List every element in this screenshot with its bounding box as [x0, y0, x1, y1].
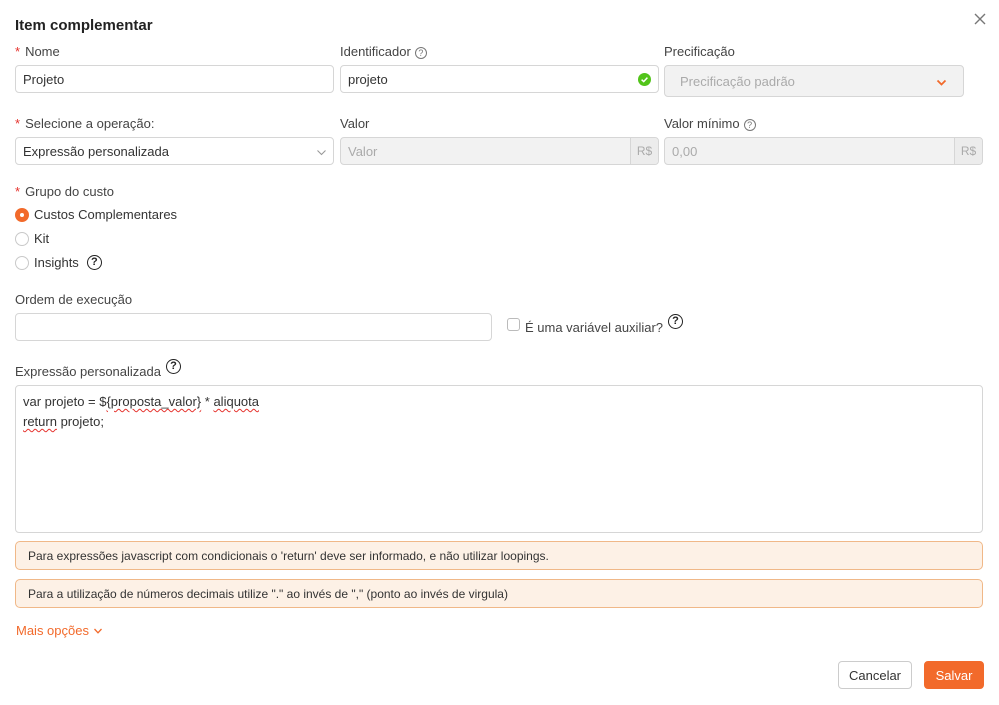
- valor-minimo-placeholder: 0,00: [672, 143, 698, 159]
- radio-insights[interactable]: Insights ?: [15, 255, 102, 270]
- cancel-button[interactable]: Cancelar: [838, 661, 912, 689]
- auxiliar-checkbox-row[interactable]: É uma variável auxiliar? ?: [507, 314, 684, 335]
- radio-icon[interactable]: [15, 231, 29, 246]
- operacao-label: * Selecione a operação:: [15, 116, 155, 131]
- more-options-link[interactable]: Mais opções: [16, 623, 103, 638]
- radio-kit[interactable]: Kit: [15, 231, 49, 246]
- close-icon[interactable]: [970, 9, 990, 29]
- currency-suffix: R$: [954, 138, 982, 164]
- precificacao-select[interactable]: Precificação padrão: [664, 65, 964, 97]
- info-alert: Para a utilização de números decimais ut…: [15, 579, 983, 608]
- valor-label: Valor: [340, 116, 370, 131]
- identificador-value: projeto: [348, 71, 388, 87]
- identificador-input[interactable]: projeto: [340, 65, 659, 93]
- help-icon[interactable]: ?: [86, 255, 102, 270]
- currency-suffix: R$: [630, 138, 658, 164]
- radio-icon[interactable]: [15, 255, 29, 270]
- help-icon[interactable]: ?: [668, 314, 684, 329]
- precificacao-label: Precificação: [664, 44, 735, 59]
- ordem-input[interactable]: [15, 313, 492, 341]
- required-mark: *: [15, 44, 21, 59]
- help-icon[interactable]: ?: [165, 359, 181, 374]
- radio-icon[interactable]: [15, 207, 29, 222]
- precificacao-placeholder: Precificação padrão: [680, 73, 795, 89]
- valor-minimo-label: Valor mínimo?: [664, 116, 756, 131]
- operacao-select[interactable]: Expressão personalizada: [15, 137, 334, 165]
- code-line: return projeto;: [23, 414, 104, 429]
- help-icon[interactable]: ?: [414, 47, 427, 59]
- nome-input[interactable]: Projeto: [15, 65, 334, 93]
- valor-input[interactable]: Valor R$: [340, 137, 659, 165]
- save-button[interactable]: Salvar: [924, 661, 984, 689]
- expressao-textarea[interactable]: var projeto = ${proposta_valor} * aliquo…: [15, 385, 983, 533]
- expressao-label: Expressão personalizada ?: [15, 358, 181, 379]
- dialog-title: Item complementar: [15, 17, 153, 34]
- chevron-down-icon: [936, 76, 947, 91]
- check-circle-icon: [638, 73, 651, 89]
- valor-placeholder: Valor: [348, 143, 378, 159]
- nome-label: * Nome: [15, 44, 60, 59]
- item-complementar-dialog: Item complementar * Nome Projeto Identifi…: [0, 0, 999, 705]
- grupo-label: * Grupo do custo: [15, 184, 114, 199]
- ordem-label: Ordem de execução: [15, 292, 133, 307]
- help-icon[interactable]: ?: [743, 119, 756, 131]
- auxiliar-checkbox[interactable]: [507, 318, 520, 331]
- identificador-label: Identificador?: [340, 44, 427, 59]
- operacao-value: Expressão personalizada: [23, 143, 169, 159]
- info-alert: Para expressões javascript com condicion…: [15, 541, 983, 570]
- chevron-down-icon: [316, 146, 327, 161]
- chevron-down-icon: [93, 623, 103, 638]
- valor-minimo-input[interactable]: 0,00 R$: [664, 137, 983, 165]
- radio-custos-complementares[interactable]: Custos Complementares: [15, 207, 177, 222]
- code-line: var projeto = ${proposta_valor} * aliquo…: [23, 394, 259, 409]
- nome-value: Projeto: [23, 71, 65, 87]
